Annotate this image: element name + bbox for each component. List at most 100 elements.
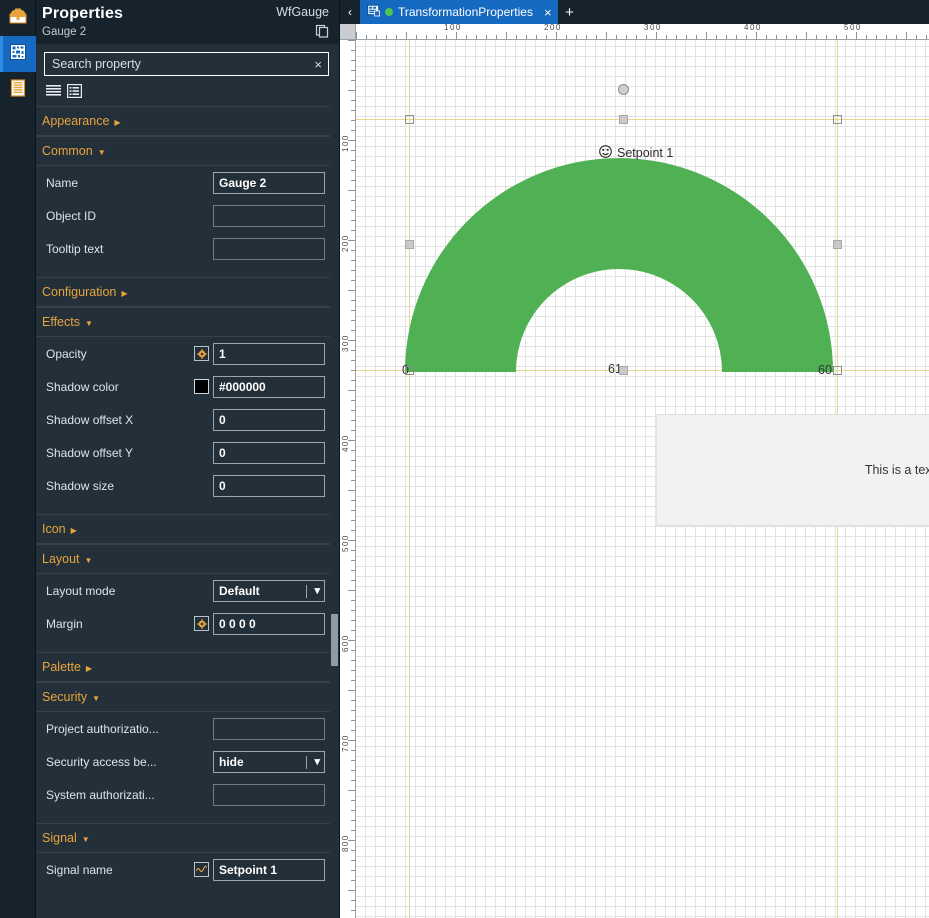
ruler-tick — [351, 850, 355, 851]
list-view-icon[interactable] — [46, 84, 61, 103]
copy-icon[interactable] — [315, 24, 329, 43]
gear-icon[interactable] — [194, 616, 209, 631]
ruler-tick — [351, 300, 355, 301]
project-authorization-field[interactable] — [213, 717, 325, 740]
ruler-tick — [576, 35, 577, 39]
ruler-tick — [351, 380, 355, 381]
ruler-tick — [351, 310, 355, 311]
ruler-tick — [606, 32, 607, 39]
ruler-tick — [356, 32, 357, 39]
section-common[interactable]: Common ▼ — [36, 136, 339, 166]
section-appearance[interactable]: Appearance ▶ — [36, 106, 339, 136]
rail-item-widgets[interactable] — [0, 36, 36, 72]
ruler-tick — [351, 230, 355, 231]
ruler-horizontal[interactable]: 100 200 300 400 500 — [356, 24, 929, 40]
ruler-tick — [536, 35, 537, 39]
section-effects[interactable]: Effects ▼ — [36, 307, 339, 337]
ruler-tick — [348, 790, 355, 791]
properties-scrollbar-thumb[interactable] — [331, 614, 338, 666]
name-field[interactable] — [213, 171, 325, 194]
rail-item-object-list[interactable] — [0, 72, 36, 108]
ruler-vertical[interactable]: 100 200 300 400 500 600 700 800 — [340, 40, 356, 918]
design-canvas[interactable]: This is a text 0 60 61 Setpoint 1 — [356, 40, 929, 918]
resize-handle-middle-right[interactable] — [833, 240, 842, 249]
ruler-tick — [896, 35, 897, 39]
section-signal[interactable]: Signal ▼ — [36, 823, 339, 853]
ruler-tick — [351, 270, 355, 271]
signal-icon[interactable] — [194, 862, 209, 877]
color-swatch-icon[interactable] — [194, 379, 209, 394]
shadow-offset-y-field[interactable] — [213, 441, 325, 464]
grouped-view-icon[interactable] — [67, 84, 83, 103]
ruler-tick — [706, 32, 707, 39]
tooltip-text-field[interactable] — [213, 237, 325, 260]
ruler-tick — [351, 370, 355, 371]
ruler-tick — [856, 32, 857, 39]
gear-icon[interactable] — [194, 346, 209, 361]
ruler-label: 200 — [341, 234, 350, 252]
ruler-tick — [351, 610, 355, 611]
rotate-handle[interactable] — [618, 84, 629, 95]
shadow-size-field[interactable] — [213, 474, 325, 497]
search-box[interactable]: × — [44, 52, 329, 76]
clear-search-icon[interactable]: × — [314, 55, 322, 75]
new-tab-button[interactable]: + — [558, 0, 582, 24]
security-access-select[interactable]: hide ▾ — [213, 750, 325, 773]
section-configuration[interactable]: Configuration ▶ — [36, 277, 339, 307]
search-area: × — [36, 44, 339, 80]
ruler-tick — [376, 35, 377, 39]
ruler-tick — [786, 35, 787, 39]
ruler-tick — [836, 35, 837, 39]
gauge-widget[interactable]: 0 60 61 — [402, 124, 833, 386]
object-id-field[interactable] — [213, 204, 325, 227]
resize-handle-bottom-center[interactable] — [619, 366, 628, 375]
ruler-tick — [586, 35, 587, 39]
rail-item-toolbox[interactable] — [0, 0, 36, 36]
property-row-margin: Margin — [36, 607, 339, 640]
shadow-offset-x-field[interactable] — [213, 408, 325, 431]
signal-name-field[interactable] — [213, 858, 325, 881]
shadow-color-field[interactable] — [213, 375, 325, 398]
guide-horizontal-top — [356, 119, 929, 120]
ruler-tick — [351, 620, 355, 621]
ruler-tick — [351, 520, 355, 521]
object-type-label: WfGauge — [276, 5, 329, 19]
ruler-label: 100 — [444, 24, 462, 32]
resize-handle-top-right[interactable] — [833, 115, 842, 124]
section-icon[interactable]: Icon ▶ — [36, 514, 339, 544]
close-icon[interactable]: × — [544, 5, 552, 20]
ruler-tick — [351, 660, 355, 661]
resize-handle-bottom-right[interactable] — [833, 366, 842, 375]
section-security[interactable]: Security ▼ — [36, 682, 339, 712]
ruler-label: 100 — [341, 134, 350, 152]
ruler-tick — [351, 860, 355, 861]
editor-tabbar: ‹ TransformationProperties × + — [340, 0, 929, 24]
section-palette[interactable]: Palette ▶ — [36, 652, 339, 682]
tab-scroll-left-icon[interactable]: ‹ — [340, 0, 360, 24]
margin-field[interactable] — [213, 612, 325, 635]
properties-scrollbar[interactable] — [330, 44, 339, 918]
ruler-tick — [351, 730, 355, 731]
section-layout[interactable]: Layout ▼ — [36, 544, 339, 574]
resize-handle-bottom-left[interactable] — [405, 366, 414, 375]
resize-handle-middle-left[interactable] — [405, 240, 414, 249]
tab-transformation-properties[interactable]: TransformationProperties × — [360, 0, 558, 24]
signal-badge-label: Setpoint 1 — [617, 146, 674, 160]
signal-assignment-badge[interactable]: Setpoint 1 — [599, 145, 673, 161]
resize-handle-top-left[interactable] — [405, 115, 414, 124]
ruler-tick — [486, 35, 487, 39]
ruler-tick — [636, 35, 637, 39]
opacity-field[interactable] — [213, 342, 325, 365]
ruler-tick — [351, 430, 355, 431]
property-label: Project authorizatio... — [46, 721, 159, 736]
property-label: Shadow color — [46, 379, 119, 394]
search-input[interactable] — [45, 53, 328, 75]
layout-mode-select[interactable]: Default ▾ — [213, 579, 325, 602]
ruler-tick — [746, 35, 747, 39]
ruler-tick — [351, 110, 355, 111]
resize-handle-top-center[interactable] — [619, 115, 628, 124]
text-widget[interactable]: This is a text — [656, 414, 929, 526]
system-authorization-field[interactable] — [213, 783, 325, 806]
ruler-tick — [351, 650, 355, 651]
ruler-tick — [816, 35, 817, 39]
